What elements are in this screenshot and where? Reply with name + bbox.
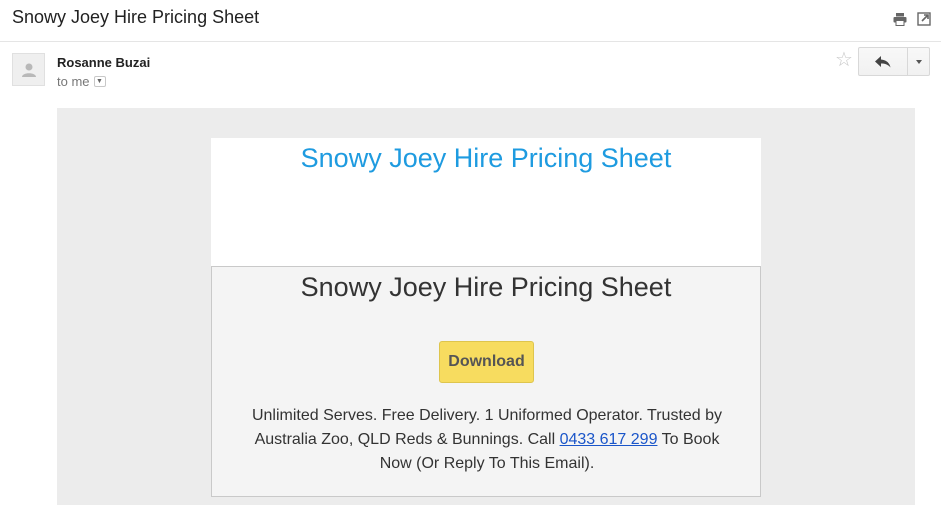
card-title: Snowy Joey Hire Pricing Sheet <box>300 272 672 302</box>
avatar <box>12 53 45 86</box>
chevron-down-icon: ▼ <box>96 78 103 85</box>
reply-button-group <box>858 47 930 76</box>
email-card: Snowy Joey Hire Pricing Sheet Download U… <box>211 266 761 497</box>
dropdown-arrow-icon <box>915 59 922 64</box>
email-header-panel: Snowy Joey Hire Pricing Sheet <box>211 138 761 266</box>
reply-button[interactable] <box>858 47 908 76</box>
download-button[interactable]: Download <box>439 341 534 383</box>
email-subject: Snowy Joey Hire Pricing Sheet <box>12 7 260 27</box>
more-actions-button[interactable] <box>908 47 930 76</box>
show-details-button[interactable]: ▼ <box>93 76 106 87</box>
person-icon <box>21 63 36 77</box>
star-icon[interactable]: ☆ <box>835 50 853 70</box>
subject-bar: Snowy Joey Hire Pricing Sheet <box>0 0 941 42</box>
body-text: Unlimited Serves. Free Delivery. 1 Unifo… <box>242 404 732 476</box>
recipient-label: to me <box>57 74 90 89</box>
print-icon[interactable] <box>893 12 907 26</box>
top-toolbar <box>893 12 931 26</box>
recipient-line: to me ▼ <box>57 74 106 89</box>
phone-link[interactable]: 0433 617 299 <box>560 431 658 448</box>
sender-name[interactable]: Rosanne Buzai <box>57 55 150 70</box>
header-title: Snowy Joey Hire Pricing Sheet <box>300 143 672 173</box>
reply-icon <box>875 55 891 67</box>
open-in-new-window-icon[interactable] <box>917 12 931 26</box>
